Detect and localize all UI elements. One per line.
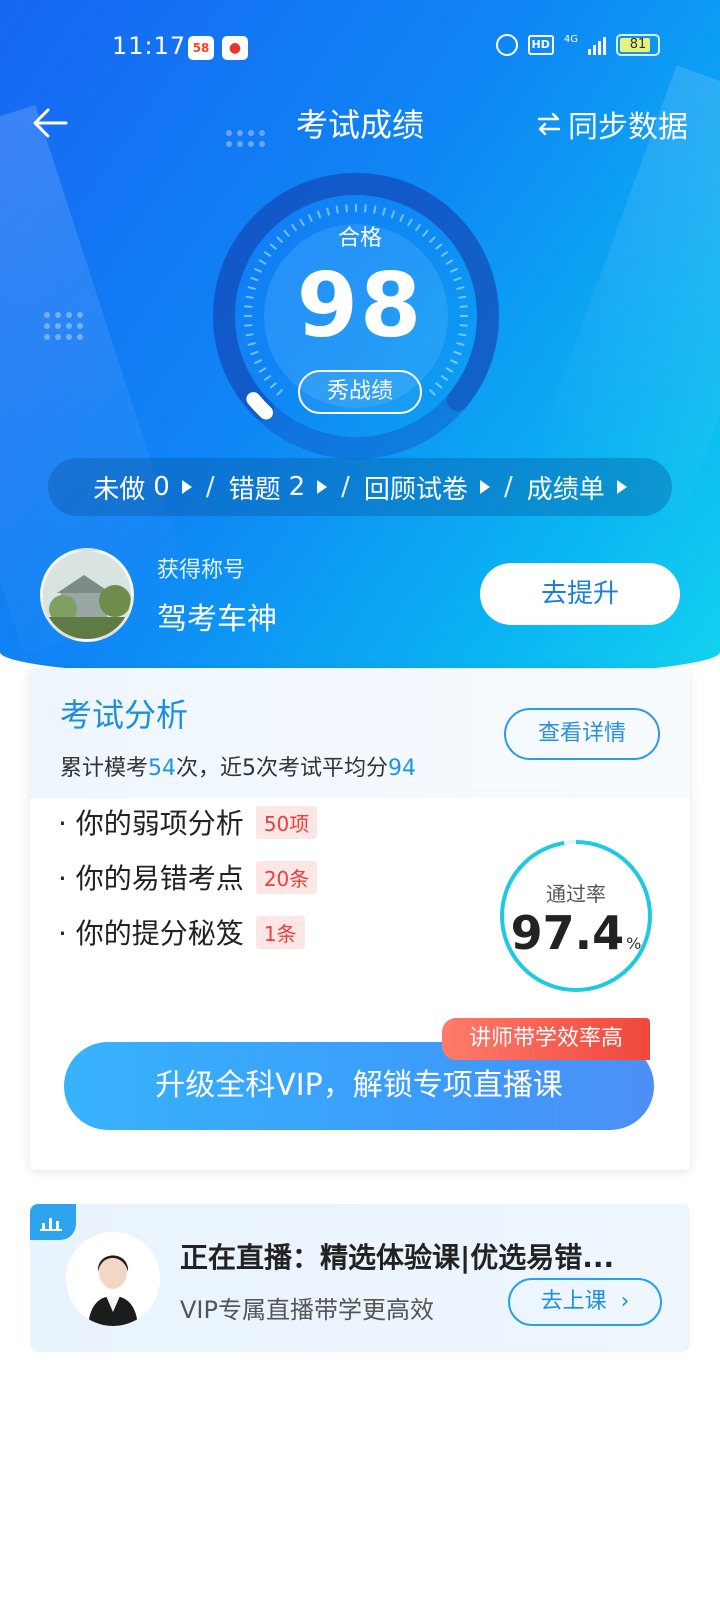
teacher-avatar (66, 1232, 160, 1326)
sync-data-label: 同步数据 (568, 110, 688, 145)
quick-item-count: 2 (288, 472, 306, 502)
quick-action-bar: 未做 0 / 错题 2 / 回顾试卷 / 成绩单 (48, 458, 672, 516)
show-achievement-button[interactable]: 秀战绩 (298, 370, 422, 414)
map-pin-app-icon: ● (222, 36, 248, 60)
weak-analysis-item[interactable]: · 你的弱项分析 50项 (58, 802, 318, 842)
quick-item-label: 未做 (93, 474, 146, 505)
gauge-tick (276, 388, 284, 396)
avatar[interactable] (40, 548, 134, 642)
gauge-tick (258, 367, 267, 373)
quick-item-label: 回顾试卷 (363, 474, 468, 505)
network-type: 4G (563, 33, 578, 45)
gauge-tick (381, 207, 386, 216)
error-prone-item[interactable]: · 你的易错考点 20条 (58, 857, 318, 897)
separator: / (341, 472, 350, 502)
play-arrow-icon (616, 480, 627, 494)
gauge-tick (316, 210, 322, 219)
quick-item-undone[interactable]: 未做 0 (93, 469, 192, 506)
tips-item[interactable]: · 你的提分秘笈 1条 (58, 912, 305, 952)
summary-prefix: 累计模考 (60, 756, 149, 781)
pass-rate-number: 97.4 (510, 906, 625, 960)
average-score: 94 (388, 756, 417, 781)
gauge-tick (335, 205, 339, 214)
teacher-photo (66, 1232, 160, 1326)
join-class-label: 去上课 (540, 1289, 607, 1314)
pass-rate-label: 通过率 (546, 882, 606, 906)
status-time: 11:17 (112, 32, 187, 60)
play-arrow-icon (317, 480, 328, 494)
analysis-card: 考试分析 累计模考54次，近5次考试平均分94 查看详情 · 你的弱项分析 50… (30, 668, 690, 1170)
gauge-start-cap (246, 392, 273, 420)
vip-promo-tag: 讲师带学效率高 (442, 1018, 650, 1060)
quick-item-review[interactable]: 回顾试卷 (364, 469, 490, 506)
quick-item-label: 错题 (228, 474, 281, 505)
alarm-icon (495, 34, 518, 56)
gauge-tick (440, 374, 449, 382)
chevron-right-icon: › (613, 1289, 630, 1314)
analysis-title: 考试分析 (60, 696, 189, 734)
improve-button[interactable]: 去提升 (480, 563, 680, 625)
gauge-tick (364, 204, 367, 213)
title-value: 驾考车神 (157, 602, 277, 637)
exam-count: 54 (148, 756, 177, 781)
title-caption: 获得称号 (157, 558, 246, 583)
gauge-tick (326, 207, 331, 216)
live-subtitle: VIP专属直播带学更高效 (180, 1296, 434, 1324)
quick-item-report[interactable]: 成绩单 (527, 469, 627, 506)
quick-item-count: 0 (153, 472, 170, 502)
gauge-tick (428, 388, 436, 396)
view-details-button[interactable]: 查看详情 (504, 708, 660, 760)
hd-icon: HD (527, 35, 554, 55)
status-icons: HD 4G 81 (495, 33, 660, 56)
play-arrow-icon (479, 480, 490, 494)
gauge-tick (269, 382, 277, 389)
swap-arrows-icon (537, 112, 561, 136)
live-bars-icon (40, 1218, 62, 1231)
item-label: · 你的易错考点 (58, 862, 244, 895)
grade-label: 合格 (337, 226, 382, 251)
status-bar: 11:17 58 ● HD 4G 81 (0, 28, 720, 68)
live-class-card[interactable]: 正在直播：精选体验课|优选易错... VIP专属直播带学更高效 去上课 › (30, 1204, 690, 1352)
pass-rate-unit: % (626, 934, 642, 953)
gauge-tick (373, 205, 377, 214)
gauge-tick (445, 367, 454, 373)
item-label: · 你的提分秘笈 (58, 917, 244, 950)
separator: / (503, 472, 513, 502)
sync-data-button[interactable]: 同步数据 (536, 102, 688, 146)
gauge-tick (435, 382, 443, 389)
pass-rate-value: 97.4% (498, 906, 654, 960)
analysis-header: 考试分析 累计模考54次，近5次考试平均分94 查看详情 (30, 668, 690, 798)
summary-middle: 次，近5次考试平均分 (176, 756, 389, 781)
quick-item-wrong[interactable]: 错题 2 (229, 469, 328, 506)
battery-level: 81 (629, 37, 647, 52)
item-badge: 50项 (255, 805, 318, 839)
item-badge: 20条 (255, 860, 318, 894)
score-value: 98 (296, 254, 424, 357)
gauge-tick (345, 204, 348, 213)
item-badge: 1条 (255, 915, 305, 949)
signal-icon (588, 35, 606, 55)
gauge-tick (263, 374, 272, 382)
item-label: · 你的弱项分析 (58, 807, 244, 840)
gauge-tick (390, 210, 396, 219)
gauge-tick (254, 359, 263, 365)
analysis-summary: 累计模考54次，近5次考试平均分94 (60, 750, 416, 782)
app-58-icon: 58 (188, 36, 214, 60)
battery-icon: 81 (616, 34, 660, 56)
separator: / (205, 472, 215, 502)
play-arrow-icon (181, 480, 192, 494)
join-class-button[interactable]: 去上课 › (508, 1278, 662, 1326)
live-badge (30, 1204, 76, 1240)
gauge-tick (449, 359, 458, 365)
live-title: 正在直播：精选体验课|优选易错... (180, 1241, 615, 1274)
quick-item-label: 成绩单 (526, 474, 605, 505)
